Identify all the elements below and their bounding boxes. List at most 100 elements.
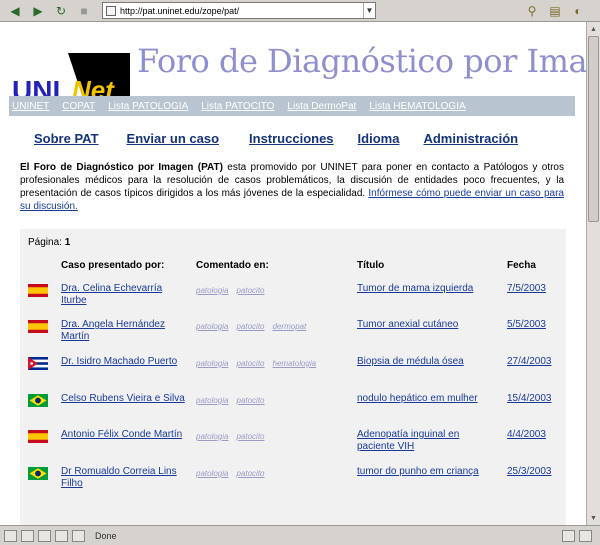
header-date: Fecha (507, 260, 536, 271)
brazil-flag-icon (28, 467, 48, 480)
table-row: Dra. Angela Hernández Martín patologia pat… (20, 317, 566, 353)
comment-list-link[interactable]: hematologia (273, 359, 317, 368)
case-date-link[interactable]: 27/4/2003 (507, 356, 552, 368)
stop-icon[interactable]: ■ (75, 2, 93, 20)
case-title-link[interactable]: tumor do punho em criança (357, 466, 497, 478)
page-viewport: UNI Net Foro de Diagnóstico por Imagen U… (0, 22, 586, 525)
scroll-down-icon[interactable]: ▼ (588, 512, 599, 524)
reload-icon[interactable]: ↻ (52, 2, 70, 20)
page-label: Página: (28, 237, 62, 248)
comment-list-link[interactable]: patocito (236, 286, 264, 295)
commented-in-links: patologia patocito (196, 432, 273, 441)
comment-list-link[interactable]: patologia (196, 396, 228, 405)
url-bar[interactable]: http://pat.uninet.edu/zope/pat/ ▼ (102, 2, 376, 19)
online-status-icon (579, 529, 592, 542)
table-row: Celso Rubens Vieira e Silva patologia pato… (20, 391, 566, 427)
nav-instrucciones[interactable]: Instrucciones (249, 131, 334, 146)
author-link[interactable]: Celso Rubens Vieira e Silva (61, 393, 186, 405)
table-row: Dr Romualdo Correia Lins Filho patologia p… (20, 464, 566, 500)
scroll-up-icon[interactable]: ▲ (588, 23, 599, 35)
back-icon[interactable]: ◀ (6, 2, 24, 20)
print-icon[interactable]: ▤ (546, 2, 564, 20)
vertical-scrollbar[interactable]: ▲ ▼ (586, 22, 600, 525)
nav-link-patologia[interactable]: Lista PATOLOGIA (108, 101, 188, 112)
author-link[interactable]: Antonio Félix Conde Martín (61, 429, 186, 441)
intro-paragraph: El Foro de Diagnóstico por Imagen (PAT) … (20, 161, 564, 213)
commented-in-links: patologia patocito hematologia (196, 359, 324, 368)
browser-toolbar: ◀ ▶ ↻ ■ http://pat.uninet.edu/zope/pat/ … (0, 0, 600, 22)
intro-bold: El Foro de Diagnóstico por Imagen (PAT) (20, 162, 223, 173)
comment-list-link[interactable]: patologia (196, 322, 228, 331)
table-row: Dra. Celina Echevarría Iturbe patologia pa… (20, 281, 566, 317)
nav-link-uninet[interactable]: UNINET (12, 101, 49, 112)
case-date-link[interactable]: 7/5/2003 (507, 283, 546, 295)
nav-link-copat[interactable]: COPAT (62, 101, 95, 112)
comment-list-link[interactable]: patocito (236, 432, 264, 441)
table-row: Dr. Isidro Machado Puerto patologia patoci… (20, 354, 566, 390)
nav-idioma[interactable]: Idioma (358, 131, 400, 146)
comment-list-link[interactable]: patologia (196, 432, 228, 441)
header-commented-in: Comentado en: (196, 260, 269, 271)
url-text[interactable]: http://pat.uninet.edu/zope/pat/ (120, 6, 363, 16)
brazil-flag-icon (28, 394, 48, 407)
nav-link-dermopat[interactable]: Lista DermoPat (287, 101, 356, 112)
pagination: Página: 1 (28, 237, 70, 248)
nav-sobre-pat[interactable]: Sobre PAT (34, 131, 99, 146)
comment-list-link[interactable]: dermopat (273, 322, 307, 331)
header-presented-by: Caso presentado por: (61, 260, 165, 271)
scrollbar-thumb[interactable] (588, 36, 599, 222)
site-title: Foro de Diagnóstico por Imagen (137, 42, 586, 80)
status-text: Done (95, 530, 117, 541)
comment-list-link[interactable]: patocito (236, 322, 264, 331)
nav-link-patocito[interactable]: Lista PATOCITO (201, 101, 274, 112)
navigator-icon[interactable] (21, 529, 34, 542)
comment-list-link[interactable]: patologia (196, 469, 228, 478)
comment-list-link[interactable]: patocito (236, 396, 264, 405)
address-book-icon[interactable] (72, 529, 85, 542)
spain-flag-icon (28, 320, 48, 333)
commented-in-links: patologia patocito (196, 286, 273, 295)
case-date-link[interactable]: 4/4/2003 (507, 429, 546, 441)
spain-flag-icon (28, 284, 48, 297)
comment-list-link[interactable]: patocito (236, 469, 264, 478)
case-title-link[interactable]: Biopsia de médula ósea (357, 356, 497, 368)
author-link[interactable]: Dra. Celina Echevarría Iturbe (61, 283, 186, 307)
author-link[interactable]: Dra. Angela Hernández Martín (61, 319, 186, 343)
case-date-link[interactable]: 25/3/2003 (507, 466, 552, 478)
page-icon (106, 5, 116, 16)
table-row: Antonio Félix Conde Martín patologia patoc… (20, 427, 566, 463)
status-bar: Done (0, 525, 600, 545)
nav-enviar-caso[interactable]: Enviar un caso (127, 131, 219, 146)
author-link[interactable]: Dr. Isidro Machado Puerto (61, 356, 186, 368)
cuba-flag-icon (28, 357, 48, 370)
case-title-link[interactable]: Tumor de mama izquierda (357, 283, 497, 295)
top-nav-bar: UNINET COPAT Lista PATOLOGIA Lista PATOC… (9, 96, 575, 116)
page-number[interactable]: 1 (65, 237, 71, 248)
nav-administracion[interactable]: Administración (423, 131, 518, 146)
cases-table: Página: 1 Caso presentado por: Comentado… (20, 229, 566, 525)
commented-in-links: patologia patocito dermopat (196, 322, 314, 331)
spain-flag-icon (28, 430, 48, 443)
nav-link-hematologia[interactable]: Lista HEMATOLOGIA (369, 101, 465, 112)
comment-list-link[interactable]: patocito (236, 359, 264, 368)
case-date-link[interactable]: 5/5/2003 (507, 319, 546, 331)
case-date-link[interactable]: 15/4/2003 (507, 393, 552, 405)
forward-icon[interactable]: ▶ (29, 2, 47, 20)
mail-icon[interactable] (4, 529, 17, 542)
chat-icon[interactable] (55, 529, 68, 542)
header-title: Título (357, 260, 385, 271)
case-title-link[interactable]: nodulo hepático em mulher (357, 393, 497, 405)
case-title-link[interactable]: Tumor anexial cutáneo (357, 319, 497, 331)
comment-list-link[interactable]: patologia (196, 359, 228, 368)
case-title-link[interactable]: Adenopatía inguinal en paciente VIH (357, 429, 497, 453)
author-link[interactable]: Dr Romualdo Correia Lins Filho (61, 466, 186, 490)
main-nav: Sobre PAT Enviar un caso Instrucciones I… (34, 131, 518, 146)
commented-in-links: patologia patocito (196, 396, 273, 405)
comment-list-link[interactable]: patologia (196, 286, 228, 295)
throbber-icon: ◐ (574, 3, 582, 18)
search-icon[interactable]: ⚲ (523, 2, 541, 20)
browser-window: ◀ ▶ ↻ ■ http://pat.uninet.edu/zope/pat/ … (0, 0, 600, 545)
dropdown-arrow-icon[interactable]: ▼ (363, 3, 375, 18)
commented-in-links: patologia patocito (196, 469, 273, 478)
composer-icon[interactable] (38, 529, 51, 542)
